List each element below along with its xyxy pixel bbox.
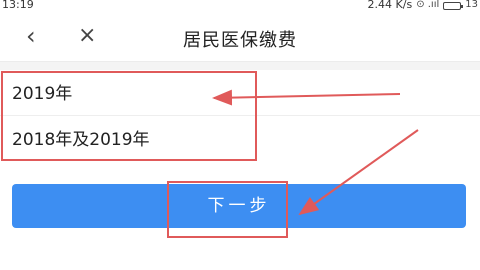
option-2018-and-2019[interactable]: 2018年及2019年 <box>0 118 480 162</box>
option-2019[interactable]: 2019年 <box>0 72 480 116</box>
battery-level: 13 <box>465 0 478 10</box>
payment-page: 13:19 2.44 K/s ⊙ .ııl 13 ‹ × 居民医保缴费 2019… <box>0 0 480 270</box>
page-title: 居民医保缴费 <box>183 30 297 51</box>
battery-icon <box>443 1 464 10</box>
network-speed: 2.44 K/s <box>367 0 413 11</box>
nav-bar: ‹ × 居民医保缴费 <box>0 16 480 62</box>
section-divider <box>0 62 480 70</box>
next-step-button[interactable]: 下一步 <box>12 184 466 228</box>
status-bar: 13:19 2.44 K/s ⊙ .ııl 13 <box>0 0 480 14</box>
status-time: 13:19 <box>2 0 34 11</box>
year-options-list: 2019年 2018年及2019年 <box>0 72 480 162</box>
status-indicators: 2.44 K/s ⊙ .ııl 13 <box>368 0 478 11</box>
signal-icon: ⊙ .ııl <box>416 0 440 10</box>
